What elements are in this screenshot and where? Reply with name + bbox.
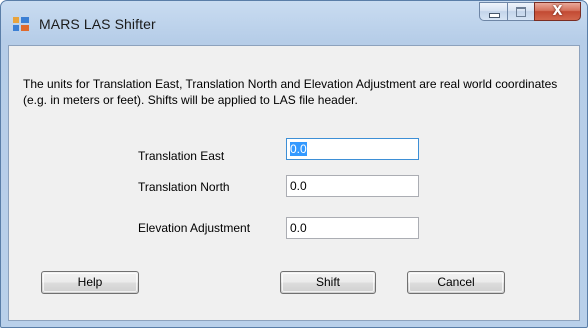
window-title: MARS LAS Shifter (39, 16, 156, 32)
translation-east-input[interactable] (286, 138, 419, 160)
elevation-adjustment-label: Elevation Adjustment (138, 221, 251, 235)
translation-east-label: Translation East (138, 149, 225, 163)
dialog-client-area: The units for Translation East, Translat… (8, 45, 580, 321)
description-text: The units for Translation East, Translat… (23, 77, 558, 107)
translation-north-input[interactable] (286, 175, 419, 197)
shift-button[interactable]: Shift (280, 271, 376, 294)
title-bar[interactable]: MARS LAS Shifter X (1, 1, 587, 45)
maximize-icon (516, 7, 526, 17)
close-icon: X (552, 4, 563, 19)
caption-buttons: X (479, 2, 581, 21)
elevation-adjustment-input[interactable] (286, 217, 419, 239)
minimize-icon (489, 13, 500, 18)
minimize-button[interactable] (479, 2, 507, 21)
help-button[interactable]: Help (41, 271, 139, 294)
dialog-window: MARS LAS Shifter X The units for Transla… (0, 0, 588, 328)
translation-north-label: Translation North (138, 180, 230, 194)
close-button[interactable]: X (534, 2, 581, 21)
maximize-button[interactable] (507, 2, 534, 21)
cancel-button[interactable]: Cancel (407, 271, 505, 294)
app-icon (13, 17, 29, 31)
